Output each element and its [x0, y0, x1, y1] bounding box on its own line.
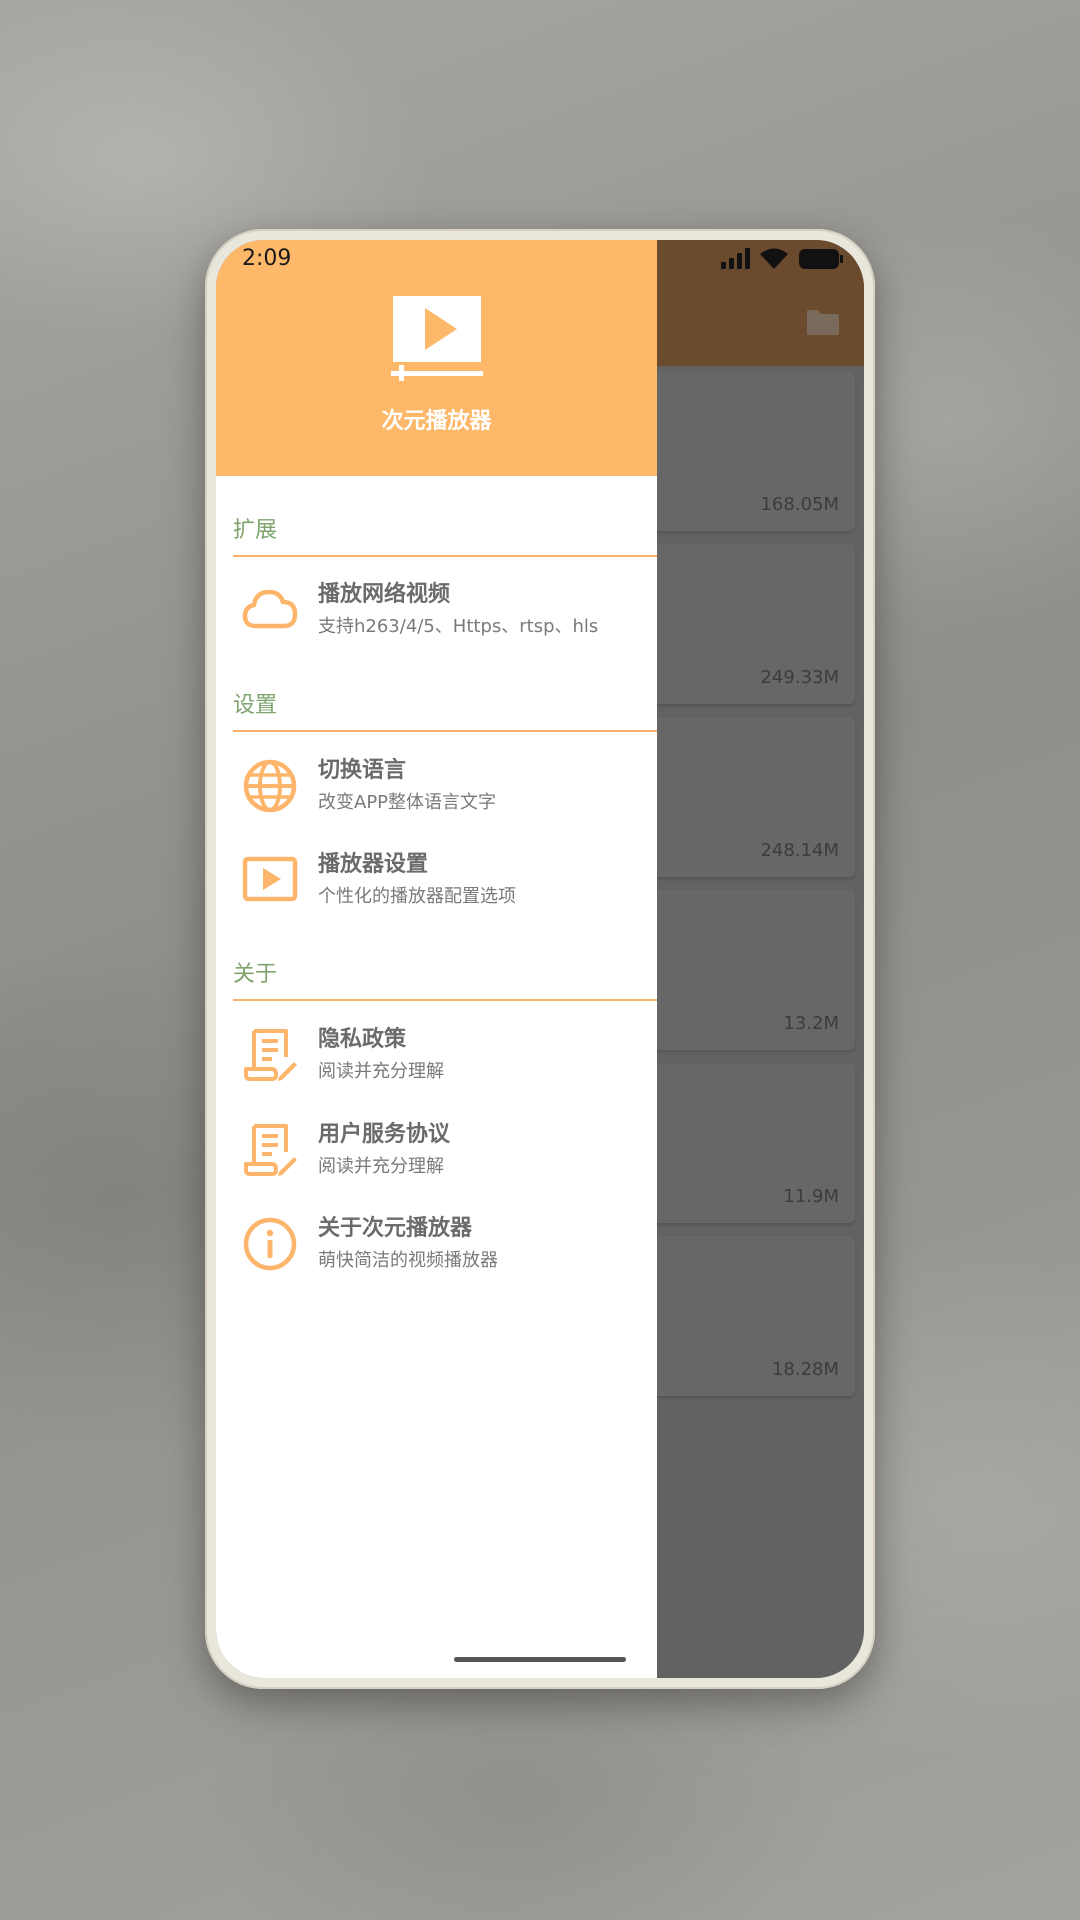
video-file-size: 18.28M [771, 1359, 839, 1380]
section-title-extensions: 扩展 [233, 518, 278, 543]
menu-item-title: 播放网络视频 [318, 582, 451, 607]
app-name: 次元播放器 [381, 409, 492, 434]
menu-item-subtitle: 阅读并充分理解 [318, 1156, 444, 1177]
info-icon [243, 1217, 297, 1271]
menu-item-player-settings[interactable]: 播放器设置 个性化的播放器配置选项 [216, 842, 657, 928]
menu-item-subtitle: 个性化的播放器配置选项 [318, 886, 516, 907]
video-file-size: 168.05M [760, 494, 839, 515]
menu-item-subtitle: 支持h263/4/5、Https、rtsp、hls [318, 616, 599, 637]
document-edit-icon [244, 1124, 297, 1176]
menu-item-title: 隐私政策 [318, 1027, 407, 1052]
menu-item-switch-language[interactable]: 切换语言 改变APP整体语言文字 [216, 748, 657, 834]
menu-item-subtitle: 萌快简洁的视频播放器 [318, 1250, 498, 1271]
menu-item-about-app[interactable]: 关于次元播放器 萌快简洁的视频播放器 [216, 1206, 657, 1292]
folder-icon[interactable] [806, 308, 840, 336]
document-edit-icon [244, 1029, 297, 1081]
menu-item-subtitle: 改变APP整体语言文字 [318, 792, 497, 813]
player-icon [242, 856, 298, 902]
section-title-about: 关于 [233, 962, 278, 987]
home-indicator[interactable] [454, 1657, 626, 1662]
navigation-drawer: 次元播放器 扩展 播放网络视频 支持h263/4/5、Https、rtsp、hl… [216, 240, 657, 1678]
menu-item-subtitle: 阅读并充分理解 [318, 1061, 444, 1082]
menu-item-user-agreement[interactable]: 用户服务协议 阅读并充分理解 [216, 1112, 657, 1198]
signal-icon [721, 248, 750, 269]
cloud-icon [242, 589, 298, 629]
drawer-header: 次元播放器 [216, 240, 657, 476]
section-divider [233, 999, 657, 1001]
status-time: 2:09 [242, 246, 292, 271]
menu-item-title: 切换语言 [318, 758, 407, 783]
battery-icon [799, 249, 843, 269]
video-file-size: 11.9M [783, 1186, 839, 1207]
section-divider [233, 730, 657, 732]
menu-item-title: 关于次元播放器 [318, 1216, 473, 1241]
menu-item-play-network-video[interactable]: 播放网络视频 支持h263/4/5、Https、rtsp、hls [216, 572, 657, 658]
phone-screen: 168.05M 249.33M 248.14M 13.2M 11.9M 18.2… [216, 240, 864, 1678]
app-logo-icon [391, 296, 483, 381]
video-file-size: 248.14M [760, 840, 839, 861]
video-file-size: 249.33M [760, 667, 839, 688]
video-file-size: 13.2M [783, 1013, 839, 1034]
status-icons [720, 248, 844, 270]
menu-item-privacy-policy[interactable]: 隐私政策 阅读并充分理解 [216, 1017, 657, 1103]
section-title-settings: 设置 [233, 693, 278, 718]
menu-item-title: 播放器设置 [318, 852, 429, 877]
section-divider [233, 555, 657, 557]
menu-item-title: 用户服务协议 [318, 1122, 451, 1147]
wifi-icon [760, 248, 788, 269]
globe-icon [243, 759, 297, 813]
